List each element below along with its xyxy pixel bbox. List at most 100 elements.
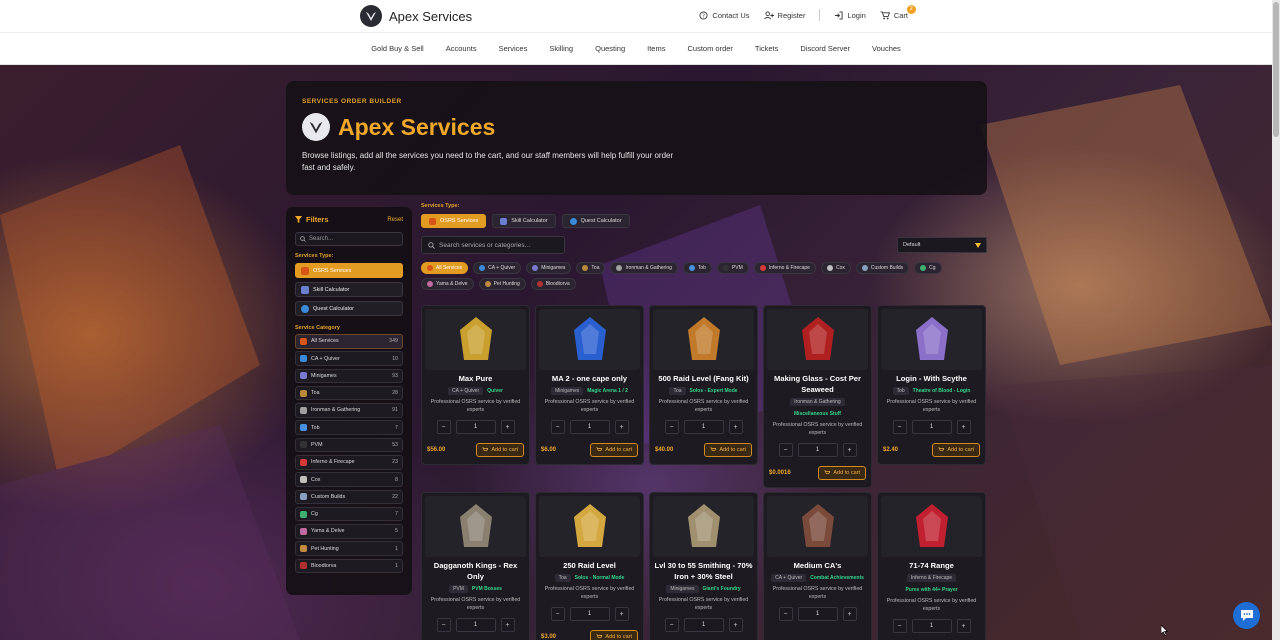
nav-link-gold-buy-sell[interactable]: Gold Buy & Sell	[371, 44, 424, 53]
add-to-cart-button[interactable]: Add to cart	[590, 443, 638, 457]
add-to-cart-button[interactable]: Add to cart	[704, 443, 752, 457]
category-chip-toa[interactable]: Toa	[576, 262, 606, 274]
filter-type-osrs-services[interactable]: OSRS Services	[295, 263, 403, 278]
brand[interactable]: Apex Services	[360, 5, 472, 27]
quantity-input[interactable]: 1	[455, 420, 496, 434]
decrease-quantity-button[interactable]: −	[436, 420, 451, 434]
contact-link[interactable]: ? Contact Us	[699, 11, 750, 20]
category-chip-cox[interactable]: Cox	[820, 262, 851, 274]
cart-link[interactable]: Cart 2	[880, 4, 916, 20]
increase-quantity-button[interactable]: +	[500, 618, 515, 632]
increase-quantity-button[interactable]: +	[956, 420, 971, 434]
increase-quantity-button[interactable]: +	[614, 420, 629, 434]
category-chip-tob[interactable]: Tob	[682, 262, 712, 274]
filter-type-skill-calculator[interactable]: Skill Calculator	[295, 282, 403, 297]
login-link[interactable]: Login	[834, 11, 866, 20]
category-chip-pet-hunting[interactable]: Pet Hunting	[478, 278, 526, 290]
service-name[interactable]: 500 Raid Level (Fang Kit)	[650, 373, 757, 384]
category-item-ironman-gathering[interactable]: Ironman & Gathering 91	[295, 403, 403, 418]
category-item-tob[interactable]: Tob 7	[295, 420, 403, 435]
service-name[interactable]: 71-74 Range	[878, 560, 985, 571]
category-item-toa[interactable]: Toa 28	[295, 385, 403, 401]
service-name[interactable]: Making Glass - Cost Per Seaweed	[764, 373, 871, 395]
decrease-quantity-button[interactable]: −	[892, 420, 907, 434]
category-item-pet-hunting[interactable]: Pet Hunting 1	[295, 541, 403, 556]
add-to-cart-button[interactable]: Add to cart	[932, 443, 980, 457]
service-name[interactable]: Dagganoth Kings - Rex Only	[422, 560, 529, 582]
nav-link-skilling[interactable]: Skilling	[549, 44, 573, 53]
decrease-quantity-button[interactable]: −	[778, 443, 793, 457]
nav-link-tickets[interactable]: Tickets	[755, 44, 778, 53]
category-chip-inferno-firecape[interactable]: Inferno & Firecape	[753, 262, 816, 274]
category-item-yama-delve[interactable]: Yama & Delve 5	[295, 524, 403, 539]
category-item-custom-builds[interactable]: Custom Builds 22	[295, 489, 403, 505]
service-type-skill-calculator[interactable]: Skill Calculator	[492, 214, 556, 228]
nav-link-vouches[interactable]: Vouches	[872, 44, 901, 53]
quantity-input[interactable]: 1	[797, 607, 838, 621]
category-item-inferno-firecape[interactable]: Inferno & Firecape 23	[295, 454, 403, 470]
decrease-quantity-button[interactable]: −	[550, 420, 565, 434]
increase-quantity-button[interactable]: +	[500, 420, 515, 434]
category-chip-minigames[interactable]: Minigames	[526, 262, 572, 274]
service-type-quest-calculator[interactable]: Quest Calculator	[561, 214, 630, 228]
service-name[interactable]: 250 Raid Level	[536, 560, 643, 571]
add-to-cart-button[interactable]: Add to cart	[590, 630, 638, 640]
filters-search-input[interactable]: Search...	[295, 232, 403, 246]
quantity-input[interactable]: 1	[683, 420, 724, 434]
category-item-all-services[interactable]: All Services 349	[295, 334, 403, 349]
service-name[interactable]: Login - With Scythe	[878, 373, 985, 384]
quantity-input[interactable]: 1	[911, 619, 952, 633]
quantity-input[interactable]: 1	[455, 618, 496, 632]
decrease-quantity-button[interactable]: −	[892, 619, 907, 633]
nav-link-services[interactable]: Services	[499, 44, 528, 53]
increase-quantity-button[interactable]: +	[728, 618, 743, 632]
scrollbar-thumb[interactable]	[1273, 2, 1279, 137]
service-name[interactable]: Max Pure	[422, 373, 529, 384]
page-scrollbar[interactable]	[1272, 0, 1280, 640]
add-to-cart-button[interactable]: Add to cart	[476, 443, 524, 457]
increase-quantity-button[interactable]: +	[842, 443, 857, 457]
service-name[interactable]: Medium CA's	[764, 560, 871, 571]
category-chip-cg[interactable]: Cg	[914, 262, 942, 274]
decrease-quantity-button[interactable]: −	[664, 618, 679, 632]
decrease-quantity-button[interactable]: −	[436, 618, 451, 632]
service-name[interactable]: MA 2 - one cape only	[536, 373, 643, 384]
nav-link-accounts[interactable]: Accounts	[446, 44, 477, 53]
increase-quantity-button[interactable]: +	[956, 619, 971, 633]
category-chip-ca-quiver[interactable]: CA + Quiver	[473, 262, 522, 274]
chat-launcher-button[interactable]	[1233, 602, 1260, 629]
nav-link-custom-order[interactable]: Custom order	[687, 44, 732, 53]
nav-link-items[interactable]: Items	[647, 44, 665, 53]
category-chip-pvm[interactable]: PVM	[716, 262, 749, 274]
quantity-input[interactable]: 1	[569, 607, 610, 621]
nav-link-questing[interactable]: Questing	[595, 44, 625, 53]
decrease-quantity-button[interactable]: −	[778, 607, 793, 621]
quantity-input[interactable]: 1	[683, 618, 724, 632]
category-item-cg[interactable]: Cg 7	[295, 506, 403, 522]
increase-quantity-button[interactable]: +	[728, 420, 743, 434]
quantity-input[interactable]: 1	[797, 443, 838, 457]
add-to-cart-button[interactable]: Add to cart	[818, 466, 866, 480]
category-item-ca-quiver[interactable]: CA + Quiver 10	[295, 351, 403, 366]
filter-type-quest-calculator[interactable]: Quest Calculator	[295, 301, 403, 316]
category-chip-bloodtorva[interactable]: Bloodtorva	[530, 278, 576, 290]
increase-quantity-button[interactable]: +	[842, 607, 857, 621]
sort-select[interactable]: Default	[897, 237, 987, 253]
filters-reset-button[interactable]: Reset	[387, 217, 403, 223]
service-name[interactable]: Lvl 30 to 55 Smithing - 70% Iron + 30% S…	[650, 560, 757, 582]
quantity-input[interactable]: 1	[911, 420, 952, 434]
category-item-pvm[interactable]: PVM 53	[295, 437, 403, 453]
decrease-quantity-button[interactable]: −	[550, 607, 565, 621]
register-link[interactable]: Register	[763, 11, 805, 20]
quantity-input[interactable]: 1	[569, 420, 610, 434]
services-search-input[interactable]: Search services or categories...	[421, 236, 565, 254]
decrease-quantity-button[interactable]: −	[664, 420, 679, 434]
nav-link-discord-server[interactable]: Discord Server	[800, 44, 850, 53]
service-type-osrs-services[interactable]: OSRS Services	[421, 214, 487, 228]
increase-quantity-button[interactable]: +	[614, 607, 629, 621]
category-chip-all-services[interactable]: All Services	[421, 262, 469, 274]
category-chip-yama-delve[interactable]: Yama & Delve	[421, 278, 474, 290]
category-item-bloodtorva[interactable]: Bloodtorva 1	[295, 558, 403, 574]
category-chip-custom-builds[interactable]: Custom Builds	[855, 262, 910, 274]
category-item-minigames[interactable]: Minigames 93	[295, 368, 403, 384]
